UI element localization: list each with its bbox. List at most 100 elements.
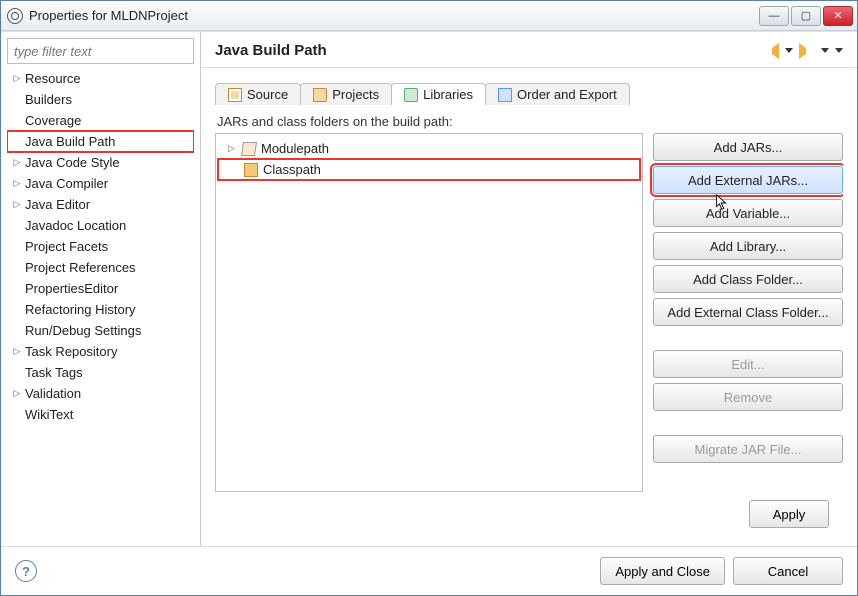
window-controls: — ▢ ✕ [759,6,853,26]
tab-bar: Source Projects Libraries Order and Expo… [215,76,843,104]
tab-order-export[interactable]: Order and Export [485,83,630,105]
classpath-icon [244,163,258,177]
sidebar-item-label: Run/Debug Settings [25,323,141,338]
apply-button[interactable]: Apply [749,500,829,528]
filter-input[interactable] [7,38,194,64]
apply-row: Apply [215,492,843,536]
sidebar: ▷ResourceBuildersCoverageJava Build Path… [1,32,201,546]
sidebar-item-java-editor[interactable]: ▷Java Editor [7,194,194,215]
libraries-area: ▷ Modulepath Classpath Add JARs... Add E… [215,133,843,492]
node-classpath[interactable]: Classpath [218,159,640,180]
sidebar-item-resource[interactable]: ▷Resource [7,68,194,89]
projects-icon [313,88,327,102]
source-icon [228,88,242,102]
titlebar: Properties for MLDNProject — ▢ ✕ [1,1,857,31]
apply-and-close-button[interactable]: Apply and Close [600,557,725,585]
maximize-button[interactable]: ▢ [791,6,821,26]
add-library-button[interactable]: Add Library... [653,232,843,260]
tab-label: Libraries [423,87,473,102]
chevron-right-icon[interactable]: ▷ [11,73,23,84]
tab-projects[interactable]: Projects [300,83,392,105]
window-title: Properties for MLDNProject [29,8,759,23]
add-external-jars-button[interactable]: Add External JARs... [653,166,843,194]
chevron-right-icon[interactable]: ▷ [11,199,23,210]
sidebar-item-label: Resource [25,71,81,86]
button-column: Add JARs... Add External JARs... Add Var… [653,133,843,492]
edit-button: Edit... [653,350,843,378]
modulepath-icon [241,142,257,156]
forward-menu-icon[interactable] [821,48,829,53]
add-variable-button[interactable]: Add Variable... [653,199,843,227]
sidebar-item-label: Task Repository [25,344,117,359]
chevron-right-icon[interactable]: ▷ [11,346,23,357]
header-toolbar [763,43,843,59]
content-area: Source Projects Libraries Order and Expo… [201,68,857,546]
chevron-right-icon[interactable]: ▷ [11,178,23,189]
help-icon[interactable]: ? [15,560,37,582]
add-class-folder-button[interactable]: Add Class Folder... [653,265,843,293]
minimize-button[interactable]: — [759,6,789,26]
back-icon[interactable] [763,43,779,59]
sidebar-item-label: Java Editor [25,197,90,212]
tab-label: Source [247,87,288,102]
tab-libraries[interactable]: Libraries [391,83,486,105]
sidebar-item-label: Builders [25,92,72,107]
node-modulepath[interactable]: ▷ Modulepath [218,138,640,159]
libraries-tree[interactable]: ▷ Modulepath Classpath [215,133,643,492]
sidebar-item-label: Validation [25,386,81,401]
sidebar-item-validation[interactable]: ▷Validation [7,383,194,404]
tab-label: Projects [332,87,379,102]
sidebar-item-task-tags[interactable]: Task Tags [7,362,194,383]
sidebar-item-label: Java Build Path [25,134,115,149]
sidebar-item-label: Refactoring History [25,302,136,317]
sidebar-item-task-repository[interactable]: ▷Task Repository [7,341,194,362]
sidebar-item-project-facets[interactable]: Project Facets [7,236,194,257]
sidebar-item-project-references[interactable]: Project References [7,257,194,278]
sidebar-item-label: WikiText [25,407,73,422]
sidebar-item-wikitext[interactable]: WikiText [7,404,194,425]
sidebar-item-label: Javadoc Location [25,218,126,233]
remove-button: Remove [653,383,843,411]
view-menu-icon[interactable] [835,48,843,53]
category-tree[interactable]: ▷ResourceBuildersCoverageJava Build Path… [7,68,194,546]
list-description: JARs and class folders on the build path… [217,114,843,129]
sidebar-item-java-code-style[interactable]: ▷Java Code Style [7,152,194,173]
footer: ? Apply and Close Cancel [1,546,857,595]
main-header: Java Build Path [201,32,857,68]
properties-dialog: Properties for MLDNProject — ▢ ✕ ▷Resour… [0,0,858,596]
close-button[interactable]: ✕ [823,6,853,26]
sidebar-item-builders[interactable]: Builders [7,89,194,110]
chevron-right-icon[interactable]: ▷ [11,157,23,168]
order-export-icon [498,88,512,102]
tab-label: Order and Export [517,87,617,102]
sidebar-item-label: Project References [25,260,136,275]
sidebar-item-coverage[interactable]: Coverage [7,110,194,131]
back-menu-icon[interactable] [785,48,793,53]
sidebar-item-java-compiler[interactable]: ▷Java Compiler [7,173,194,194]
page-title: Java Build Path [215,42,763,59]
sidebar-item-java-build-path[interactable]: Java Build Path [7,131,194,152]
chevron-right-icon[interactable]: ▷ [11,388,23,399]
sidebar-item-javadoc-location[interactable]: Javadoc Location [7,215,194,236]
sidebar-item-label: Java Compiler [25,176,108,191]
main-panel: Java Build Path Source [201,32,857,546]
libraries-icon [404,88,418,102]
sidebar-item-label: Coverage [25,113,81,128]
add-external-class-folder-button[interactable]: Add External Class Folder... [653,298,843,326]
node-label: Classpath [263,162,321,177]
sidebar-item-run-debug-settings[interactable]: Run/Debug Settings [7,320,194,341]
app-icon [7,8,23,24]
sidebar-item-label: PropertiesEditor [25,281,118,296]
chevron-right-icon[interactable]: ▷ [228,143,240,154]
sidebar-item-label: Java Code Style [25,155,120,170]
add-jars-button[interactable]: Add JARs... [653,133,843,161]
sidebar-item-label: Project Facets [25,239,108,254]
tab-source[interactable]: Source [215,83,301,105]
sidebar-item-label: Task Tags [25,365,83,380]
migrate-jar-button: Migrate JAR File... [653,435,843,463]
sidebar-item-refactoring-history[interactable]: Refactoring History [7,299,194,320]
node-label: Modulepath [261,141,329,156]
sidebar-item-propertieseditor[interactable]: PropertiesEditor [7,278,194,299]
cancel-button[interactable]: Cancel [733,557,843,585]
forward-icon[interactable] [799,43,815,59]
